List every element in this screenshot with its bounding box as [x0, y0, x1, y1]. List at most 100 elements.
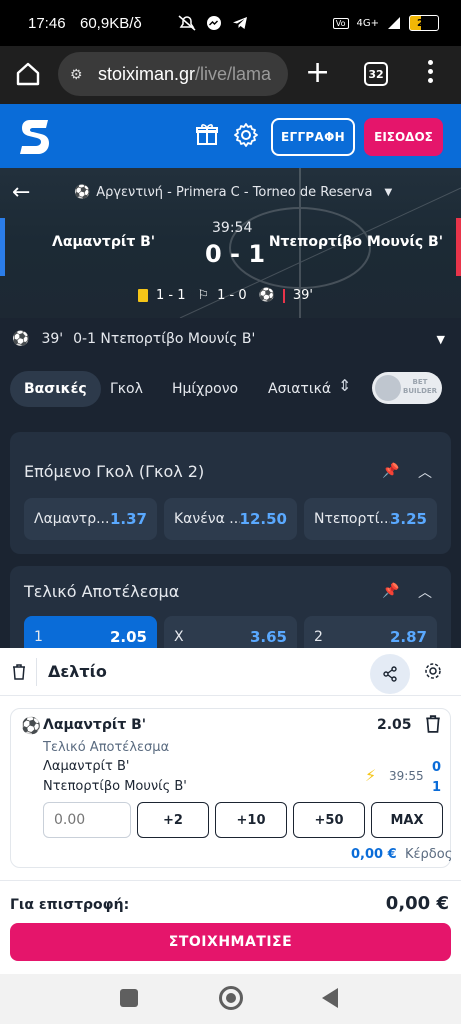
match-clock: 39:54: [212, 220, 253, 236]
tab-asian[interactable]: Ασιατικά: [268, 371, 331, 407]
odd-label: 1: [34, 629, 43, 645]
mute-icon: [178, 15, 196, 31]
selection-market: Τελικό Αποτέλεσμα: [43, 740, 170, 755]
quick-stake-2[interactable]: +2: [137, 802, 209, 838]
corner-flag-icon: ⚐: [197, 288, 210, 303]
odd-button[interactable]: Ντεπορτί... 3.25: [304, 498, 437, 540]
event-description: 0-1 Ντεπορτίβο Μουνίς Β': [73, 331, 256, 347]
url-host: stoiximan.gr: [98, 63, 196, 84]
goal-ball-icon: ⚽: [12, 331, 30, 347]
market-tabs: Βασικές Γκολ Ημίχρονο Ασιατικά ⇕ BET BUIL…: [0, 360, 461, 416]
bet-builder-label: BET BUILDER: [403, 378, 437, 396]
live-bolt-icon: ⚡: [365, 766, 377, 785]
bet-builder-line1: BET: [412, 378, 428, 386]
tab-switcher-button[interactable]: 32: [364, 62, 388, 86]
chevron-up-icon[interactable]: ︿: [418, 462, 432, 482]
market-card-next-goal: Επόμενο Γκολ (Γκολ 2) 📌 ︿ Λαμαντρ... 1.3…: [10, 432, 451, 554]
selection-home-team: Λαμαντρίτ Β': [43, 759, 130, 774]
recent-apps-icon[interactable]: [120, 989, 138, 1007]
tab-basic[interactable]: Βασικές: [10, 371, 101, 407]
odd-label: Λαμαντρ...: [34, 511, 110, 527]
live-marker: [282, 288, 285, 303]
last-event-row[interactable]: ⚽ 39' 0-1 Ντεπορτίβο Μουνίς Β' ▼: [0, 318, 461, 360]
betslip-panel: Δελτίο ⚽ Λαμαντρίτ Β' 2.05 Τελικό Αποτέλ…: [0, 648, 461, 974]
home-icon[interactable]: [14, 60, 42, 88]
odd-button[interactable]: Λαμαντρ... 1.37: [24, 498, 157, 540]
market-title: Τελικό Αποτέλεσμα: [24, 582, 180, 601]
back-arrow-icon[interactable]: ←: [12, 180, 30, 205]
tab-halftime[interactable]: Ημίχρονο: [172, 371, 238, 407]
event-minute: 39': [41, 331, 64, 347]
selection-away-team: Ντεπορτίβο Μουνίς Β': [43, 779, 187, 794]
betslip-header: Δελτίο: [0, 648, 461, 696]
potential-win-label: Κέρδος: [405, 847, 453, 862]
chevron-down-icon: ▼: [436, 333, 445, 346]
odd-value: 3.65: [249, 628, 287, 646]
home-nav-icon[interactable]: [219, 986, 243, 1010]
share-button[interactable]: [370, 654, 410, 694]
match-minute: 39': [292, 288, 313, 303]
register-button[interactable]: ΕΓΓΡΑΦΗ: [271, 118, 355, 156]
league-selector[interactable]: ⚽ Αργεντινή - Primera C - Torneo de Rese…: [74, 185, 392, 200]
odd-value: 1.37: [109, 510, 147, 528]
selection-odd: 2.05: [377, 717, 412, 733]
league-name: Αργεντινή - Primera C - Torneo de Reserv…: [96, 185, 373, 200]
odd-label: Κανένα ...: [174, 511, 240, 527]
odd-button[interactable]: Κανένα ... 12.50: [164, 498, 297, 540]
odd-value: 2.87: [389, 628, 427, 646]
android-nav-bar: [0, 974, 461, 1024]
browser-menu-icon[interactable]: [428, 60, 434, 87]
yellow-cards-value: 1 - 1: [156, 288, 186, 303]
site-settings-icon[interactable]: ⚙: [70, 66, 88, 83]
odd-label: Ντεπορτί...: [314, 511, 390, 527]
new-tab-icon[interactable]: +: [305, 58, 330, 88]
chevron-up-icon[interactable]: ︿: [418, 582, 432, 602]
site-header: ΕΓΓΡΑΦΗ ΕΙΣΟΔΟΣ: [0, 104, 461, 168]
settings-icon[interactable]: [424, 662, 442, 680]
bet-selection-card: ⚽ Λαμαντρίτ Β' 2.05 Τελικό Αποτέλεσμα Λα…: [10, 708, 453, 868]
battery-icon: 20: [409, 15, 439, 31]
login-button[interactable]: ΕΙΣΟΔΟΣ: [364, 118, 443, 156]
odd-value: 3.25: [389, 510, 427, 528]
soccer-ball-icon: ⚽: [74, 185, 91, 200]
bet-builder-toggle[interactable]: BET BUILDER: [372, 372, 442, 404]
pin-icon[interactable]: 📌: [382, 463, 399, 479]
odd-value: 12.50: [239, 510, 287, 528]
bet-builder-line2: BUILDER: [403, 387, 438, 395]
tab-goals[interactable]: Γκολ: [110, 371, 143, 407]
stoiximan-logo[interactable]: [18, 116, 54, 156]
trash-icon[interactable]: [12, 664, 26, 680]
volte-icon: Vo: [332, 17, 349, 29]
telegram-icon: [233, 17, 247, 29]
place-bet-button[interactable]: ΣΤΟΙΧΗΜΑΤΙΣΕ: [10, 923, 451, 961]
betslip-title: Δελτίο: [48, 662, 107, 681]
away-team-color: [456, 218, 461, 276]
status-time: 17:46: [28, 15, 66, 32]
soccer-ball-icon: ⚽: [21, 716, 41, 735]
url-bar[interactable]: ⚙ stoiximan.gr/live/lama: [58, 52, 288, 96]
settings-icon[interactable]: [233, 122, 259, 148]
odd-label: X: [174, 629, 184, 645]
selection-team: Λαμαντρίτ Β': [43, 717, 147, 733]
potential-win-amount: 0,00 €: [351, 847, 397, 862]
quick-stake-50[interactable]: +50: [293, 802, 365, 838]
gift-icon[interactable]: [195, 122, 219, 146]
returns-value: 0,00 €: [385, 893, 449, 914]
expand-collapse-icon[interactable]: ⇕: [338, 376, 351, 395]
remove-selection-icon[interactable]: [425, 715, 441, 733]
signal-icon: [388, 17, 400, 29]
match-score: 0 - 1: [205, 240, 266, 268]
url-path: /live/lama: [195, 63, 272, 84]
back-nav-icon[interactable]: [322, 988, 338, 1008]
odd-value: 2.05: [109, 628, 147, 646]
quick-stake-10[interactable]: +10: [215, 802, 287, 838]
quick-stake-max[interactable]: MAX: [371, 802, 443, 838]
toggle-knob: [375, 375, 401, 401]
pin-icon[interactable]: 📌: [382, 583, 399, 599]
market-card-final-result: Τελικό Αποτέλεσμα 📌 ︿ 1 2.05 X 3.65 2 2.…: [10, 566, 451, 658]
divider: [36, 658, 37, 686]
selection-clock: 39:55: [389, 769, 424, 783]
status-speed: 60,9KB/δ: [80, 15, 142, 32]
share-icon: [383, 666, 397, 682]
stake-input[interactable]: [43, 802, 131, 838]
